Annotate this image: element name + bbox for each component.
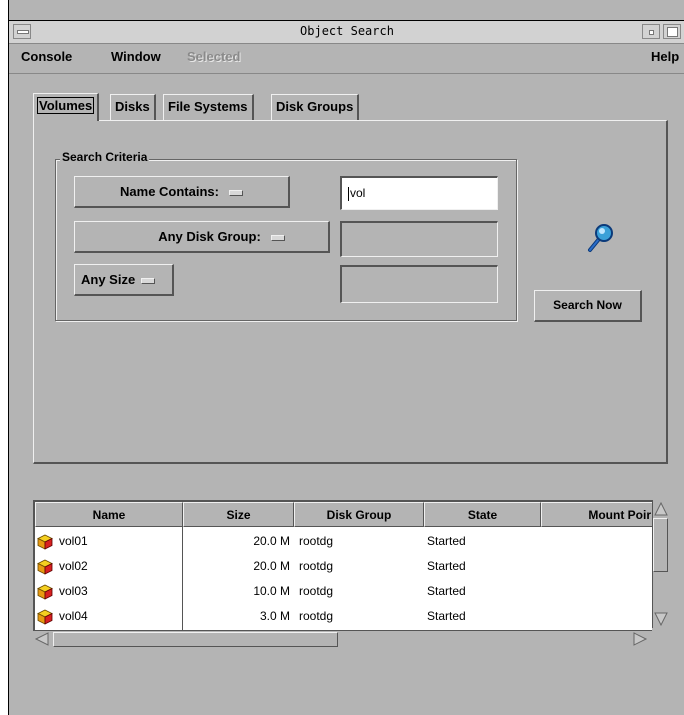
name-contains-input[interactable]: vol	[340, 176, 498, 210]
cell-size: 10.0 M	[253, 584, 290, 598]
cell-name: vol03	[59, 584, 88, 598]
horizontal-scrollbar[interactable]	[33, 630, 652, 648]
cell-name: vol04	[59, 609, 88, 623]
tab-label: Disk Groups	[276, 99, 354, 114]
tab-disk-groups[interactable]: Disk Groups	[271, 94, 360, 120]
vertical-scroll-thumb[interactable]	[653, 518, 668, 572]
menu-window[interactable]: Window	[111, 49, 161, 64]
menu-selected[interactable]: Selected	[187, 49, 240, 64]
cell-name: vol01	[59, 534, 88, 548]
disk-group-input[interactable]	[340, 221, 498, 257]
option-indicator-icon	[270, 234, 285, 241]
volume-cube-icon	[37, 584, 53, 600]
maximize-button[interactable]	[663, 24, 681, 39]
scroll-right-arrow-icon[interactable]	[631, 631, 649, 648]
tab-file-systems[interactable]: File Systems	[163, 94, 254, 120]
scroll-up-arrow-icon[interactable]	[653, 500, 669, 518]
column-header-name[interactable]: Name	[35, 502, 183, 527]
results-table: Name Size Disk Group State Mount Poir vo…	[33, 500, 654, 630]
size-label: Any Size	[81, 272, 136, 287]
tab-label: File Systems	[168, 99, 248, 114]
cell-name: vol02	[59, 559, 88, 573]
name-contains-value: vol	[350, 186, 366, 200]
search-criteria-legend: Search Criteria	[60, 150, 150, 164]
menu-help[interactable]: Help	[651, 49, 679, 64]
cell-size: 20.0 M	[253, 559, 290, 573]
cell-disk-group: rootdg	[299, 559, 334, 573]
size-option-menu[interactable]: Any Size	[74, 264, 174, 296]
table-row[interactable]: vol01 20.0 M rootdg Started	[35, 528, 652, 554]
cell-state: Started	[427, 609, 466, 623]
cell-size: 20.0 M	[253, 534, 290, 548]
scroll-left-arrow-icon[interactable]	[33, 631, 51, 648]
name-contains-label: Name Contains:	[120, 184, 219, 199]
cell-state: Started	[427, 584, 466, 598]
disk-group-option-menu[interactable]: Any Disk Group:	[74, 221, 330, 253]
horizontal-scroll-thumb[interactable]	[53, 632, 338, 647]
tab-disks[interactable]: Disks	[110, 94, 156, 120]
scroll-down-arrow-icon[interactable]	[653, 610, 669, 628]
magnifier-icon	[588, 224, 613, 252]
search-now-label: Search Now	[553, 298, 622, 312]
size-input[interactable]	[340, 265, 498, 303]
cell-disk-group: rootdg	[299, 584, 334, 598]
vertical-scrollbar[interactable]	[652, 500, 669, 628]
cell-disk-group: rootdg	[299, 534, 334, 548]
minimize-button[interactable]	[642, 24, 660, 39]
menu-bar: Console Window Selected Help	[9, 43, 684, 74]
table-row[interactable]: vol03 10.0 M rootdg Started	[35, 578, 652, 604]
column-header-disk-group[interactable]: Disk Group	[294, 502, 424, 527]
table-row[interactable]: vol04 3.0 M rootdg Started	[35, 603, 652, 629]
column-header-size[interactable]: Size	[183, 502, 294, 527]
cell-disk-group: rootdg	[299, 609, 334, 623]
disk-group-label: Any Disk Group:	[158, 229, 261, 244]
tab-label: Volumes	[36, 97, 95, 114]
column-header-state[interactable]: State	[424, 502, 541, 527]
volume-cube-icon	[37, 559, 53, 575]
window-title: Object Search	[300, 24, 394, 38]
search-now-button[interactable]: Search Now	[534, 290, 642, 322]
title-bar[interactable]: Object Search	[9, 20, 684, 44]
cell-size: 3.0 M	[259, 609, 290, 623]
name-contains-option-menu[interactable]: Name Contains:	[74, 176, 290, 208]
cell-state: Started	[427, 534, 466, 548]
menu-console[interactable]: Console	[21, 49, 72, 64]
volume-cube-icon	[37, 534, 53, 550]
tab-volumes[interactable]: Volumes	[33, 93, 100, 121]
column-header-mount-point[interactable]: Mount Poir	[541, 502, 654, 527]
option-indicator-icon	[141, 277, 156, 284]
cell-state: Started	[427, 559, 466, 573]
option-indicator-icon	[228, 189, 243, 196]
tab-label: Disks	[115, 99, 150, 114]
volume-cube-icon	[37, 609, 53, 625]
table-row[interactable]: vol02 20.0 M rootdg Started	[35, 553, 652, 579]
text-cursor-icon	[348, 186, 349, 201]
